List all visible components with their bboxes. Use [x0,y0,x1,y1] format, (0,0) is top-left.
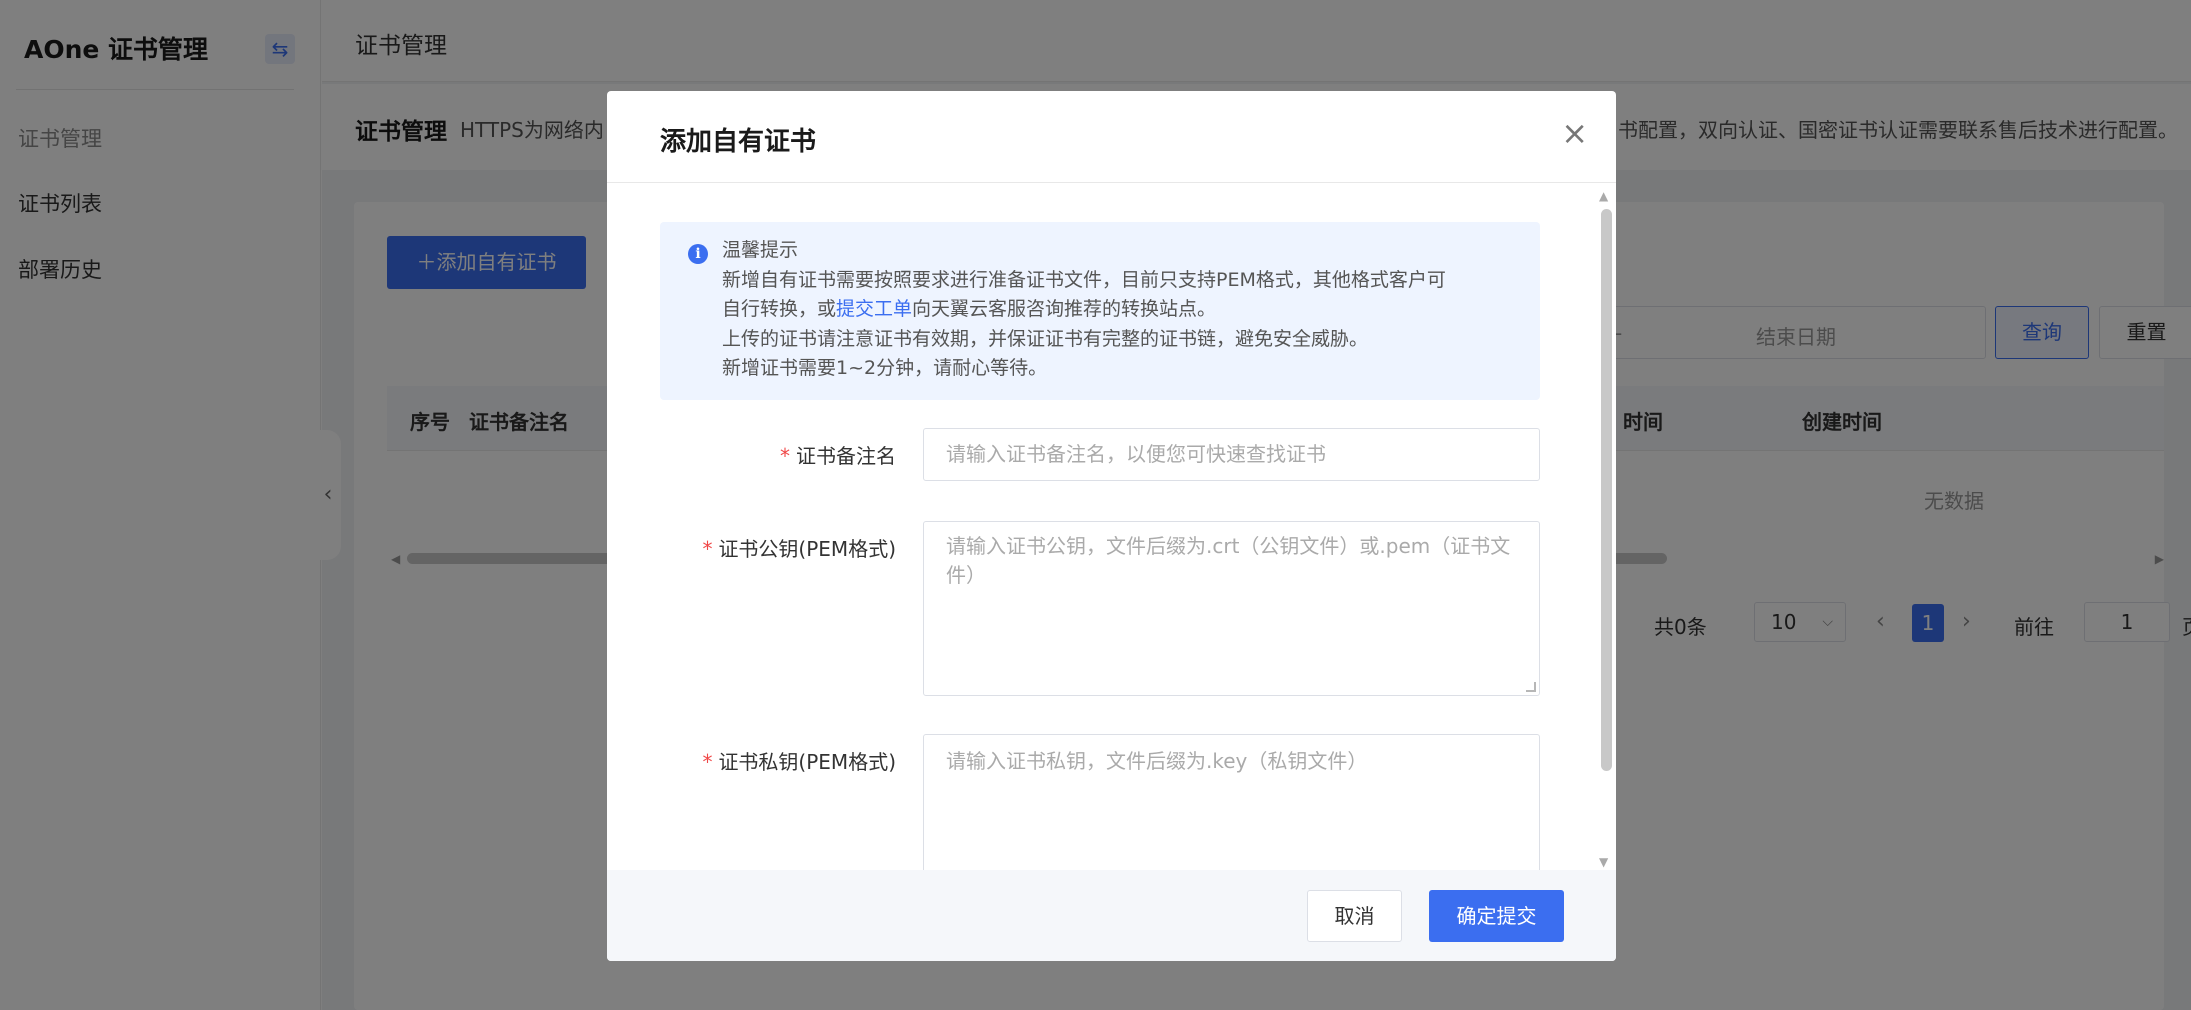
cancel-button[interactable]: 取消 [1307,890,1402,942]
tip-line-1: 新增自有证书需要按照要求进行准备证书文件，目前只支持PEM格式，其他格式客户可 [722,268,1446,291]
public-key-label-text: 证书公钥(PEM格式) [718,537,896,561]
public-key-label: * 证书公钥(PEM格式) [702,533,896,562]
submit-button[interactable]: 确定提交 [1429,890,1564,942]
public-key-textarea[interactable]: 请输入证书公钥，文件后缀为.crt（公钥文件）或.pem（证书文件） [923,521,1540,696]
resize-handle-icon[interactable] [1526,682,1536,692]
required-mark: * [780,444,790,468]
scroll-up-icon[interactable]: ▲ [1599,189,1608,203]
add-certificate-dialog: 添加自有证书 × i 温馨提示 新增自有证书需要按照要求进行准备证书文件，目前只… [607,91,1616,961]
submit-ticket-link[interactable]: 提交工单 [836,298,912,320]
tip-box: i 温馨提示 新增自有证书需要按照要求进行准备证书文件，目前只支持PEM格式，其… [660,222,1540,400]
required-mark: * [702,537,713,561]
dialog-title: 添加自有证书 [660,127,817,157]
close-icon[interactable]: × [1561,117,1588,149]
tip-line-2-post: 向天翼云客服咨询推荐的转换站点。 [912,298,1217,320]
cert-name-label-text: 证书备注名 [796,444,896,468]
cert-name-label: * 证书备注名 [780,440,896,469]
dialog-scrollbar-thumb[interactable] [1601,209,1612,771]
dialog-footer: 取消 确定提交 [607,870,1616,961]
dialog-vertical-scrollbar[interactable]: ▲ ▼ [1597,189,1613,869]
tip-line-2-pre: 自行转换，或 [722,298,837,320]
tip-line-3: 上传的证书请注意证书有效期，并保证证书有完整的证书链，避免安全威胁。 [722,327,1369,350]
cert-name-input[interactable]: 请输入证书备注名，以便您可快速查找证书 [923,428,1540,481]
public-key-placeholder: 请输入证书公钥，文件后缀为.crt（公钥文件）或.pem（证书文件） [946,534,1511,587]
tip-content: 温馨提示 新增自有证书需要按照要求进行准备证书文件，目前只支持PEM格式，其他格… [722,236,1522,384]
dialog-header: 添加自有证书 × [607,91,1616,183]
private-key-label: * 证书私钥(PEM格式) [702,746,896,775]
info-icon: i [688,244,708,264]
required-mark: * [702,750,713,774]
tip-line-4: 新增证书需要1~2分钟，请耐心等待。 [722,357,1048,379]
tip-title: 温馨提示 [722,239,799,261]
scroll-down-icon[interactable]: ▼ [1599,855,1608,869]
private-key-placeholder: 请输入证书私钥，文件后缀为.key（私钥文件） [946,749,1368,773]
private-key-label-text: 证书私钥(PEM格式) [718,750,896,774]
tip-line-2: 自行转换，或提交工单向天翼云客服咨询推荐的转换站点。 [722,295,1522,325]
